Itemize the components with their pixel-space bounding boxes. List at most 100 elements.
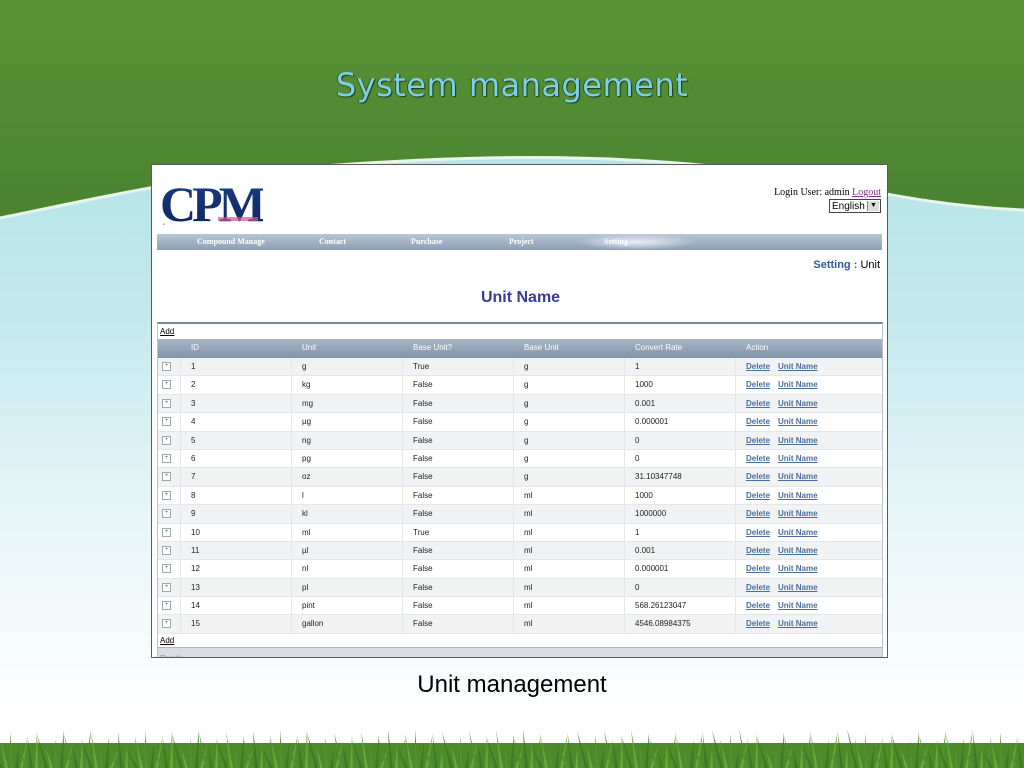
expand-icon[interactable]: + (162, 601, 171, 611)
cell-unit: g (302, 362, 307, 371)
unit-name-link[interactable]: Unit Name (778, 362, 818, 371)
delete-link[interactable]: Delete (746, 472, 770, 481)
expand-icon[interactable]: + (162, 564, 171, 574)
unit-name-link[interactable]: Unit Name (778, 380, 818, 389)
column-divider (402, 578, 403, 597)
delete-link[interactable]: Delete (746, 564, 770, 573)
unit-name-link[interactable]: Unit Name (778, 509, 818, 518)
column-divider (180, 468, 181, 486)
unit-name-link[interactable]: Unit Name (778, 583, 818, 592)
grid-body: +1 g True g 1 Delete Unit Name +2 kg False g 1000 De… (158, 358, 882, 634)
table-row: +10 ml True ml 1 Delete Unit Name (158, 523, 882, 542)
cell-convert-rate: 0 (635, 453, 640, 463)
add-link-bottom[interactable]: Add (158, 634, 882, 647)
unit-name-link[interactable]: Unit Name (778, 472, 818, 481)
expand-icon[interactable]: + (162, 619, 171, 629)
unit-name-link[interactable]: Unit Name (778, 528, 818, 537)
column-divider (180, 431, 181, 449)
column-divider (624, 358, 625, 376)
expand-icon[interactable]: + (162, 380, 171, 390)
menu-purchase[interactable]: Purchase (411, 237, 442, 246)
cell-id: 4 (191, 417, 196, 427)
delete-link[interactable]: Delete (746, 528, 770, 537)
unit-name-link[interactable]: Unit Name (778, 436, 818, 445)
cell-base-flag: True (413, 527, 430, 537)
cell-id: 2 (191, 380, 196, 390)
delete-link[interactable]: Delete (746, 436, 770, 445)
menu-contact[interactable]: Contact (319, 237, 346, 246)
expand-icon[interactable]: + (162, 398, 171, 408)
delete-link[interactable]: Delete (746, 601, 770, 610)
expand-icon[interactable]: + (162, 527, 171, 537)
unit-name-link[interactable]: Unit Name (778, 601, 818, 610)
unit-grid: Add ID Unit Base Unit? Base Unit Convert… (157, 322, 883, 657)
menu-setting[interactable]: Setting (604, 237, 628, 246)
menu-compound-manage[interactable]: Compound Manage (197, 237, 265, 246)
expand-icon[interactable]: + (162, 417, 171, 427)
cell-id: 10 (191, 527, 200, 537)
slide-title: System management (335, 66, 689, 104)
delete-link[interactable]: Delete (746, 362, 770, 371)
column-divider (291, 578, 292, 597)
table-row: +14 pint False ml 568.26123047 Delete Unit Nam… (158, 597, 882, 616)
cell-base-unit: ml (524, 527, 533, 537)
table-row: +12 nl False ml 0.000001 Delete Unit Name (158, 560, 882, 579)
cell-base-flag: False (413, 601, 433, 611)
add-link-top[interactable]: Add (158, 324, 882, 339)
unit-name-link[interactable]: Unit Name (778, 564, 818, 573)
delete-link[interactable]: Delete (746, 380, 770, 389)
expand-icon[interactable]: + (162, 509, 171, 519)
chevron-down-icon[interactable]: ▼ (867, 201, 879, 211)
unit-name-link[interactable]: Unit Name (778, 619, 818, 628)
column-divider (402, 431, 403, 449)
expand-icon[interactable]: + (162, 582, 171, 592)
col-base-unit-flag[interactable]: Base Unit? (413, 343, 452, 352)
col-unit[interactable]: Unit (302, 343, 316, 352)
expand-icon[interactable]: + (162, 435, 171, 445)
cell-convert-rate: 568.26123047 (635, 601, 687, 611)
col-convert-rate[interactable]: Convert Rate (635, 343, 682, 352)
column-divider (735, 597, 736, 615)
unit-name-link[interactable]: Unit Name (778, 491, 818, 500)
col-base-unit[interactable]: Base Unit (524, 343, 559, 352)
cell-convert-rate: 0.000001 (635, 417, 669, 427)
column-divider (291, 376, 292, 394)
expand-icon[interactable]: + (162, 453, 171, 463)
delete-link[interactable]: Delete (746, 546, 770, 555)
delete-link[interactable]: Delete (746, 454, 770, 463)
expand-icon[interactable]: + (162, 472, 171, 482)
cell-unit: mg (302, 398, 314, 408)
unit-name-link[interactable]: Unit Name (778, 546, 818, 555)
column-divider (624, 486, 625, 505)
column-divider (402, 413, 403, 431)
cell-id: 12 (191, 564, 200, 574)
column-divider (624, 505, 625, 523)
delete-link[interactable]: Delete (746, 491, 770, 500)
unit-name-link[interactable]: Unit Name (778, 417, 818, 426)
column-divider (402, 523, 403, 541)
unit-name-link[interactable]: Unit Name (778, 399, 818, 408)
breadcrumb-section: Setting (813, 259, 851, 271)
cell-base-unit: ml (524, 545, 533, 555)
language-select[interactable]: English ▼ (829, 199, 881, 213)
logout-link[interactable]: Logout (852, 187, 881, 198)
cell-convert-rate: 1 (635, 362, 640, 371)
expand-icon[interactable]: + (162, 545, 171, 555)
delete-link[interactable]: Delete (746, 417, 770, 426)
column-divider (180, 578, 181, 597)
col-id[interactable]: ID (191, 343, 199, 352)
expand-icon[interactable]: + (162, 490, 171, 500)
delete-link[interactable]: Delete (746, 619, 770, 628)
expand-icon[interactable]: + (162, 362, 171, 371)
menu-project[interactable]: Project (509, 237, 534, 246)
column-divider (180, 376, 181, 394)
unit-name-link[interactable]: Unit Name (778, 454, 818, 463)
table-row: +11 µl False ml 0.001 Delete Unit Name (158, 541, 882, 561)
column-divider (180, 413, 181, 431)
delete-link[interactable]: Delete (746, 399, 770, 408)
column-divider (513, 394, 514, 413)
delete-link[interactable]: Delete (746, 583, 770, 592)
delete-link[interactable]: Delete (746, 509, 770, 518)
cell-base-flag: False (413, 509, 433, 519)
column-divider (624, 541, 625, 560)
